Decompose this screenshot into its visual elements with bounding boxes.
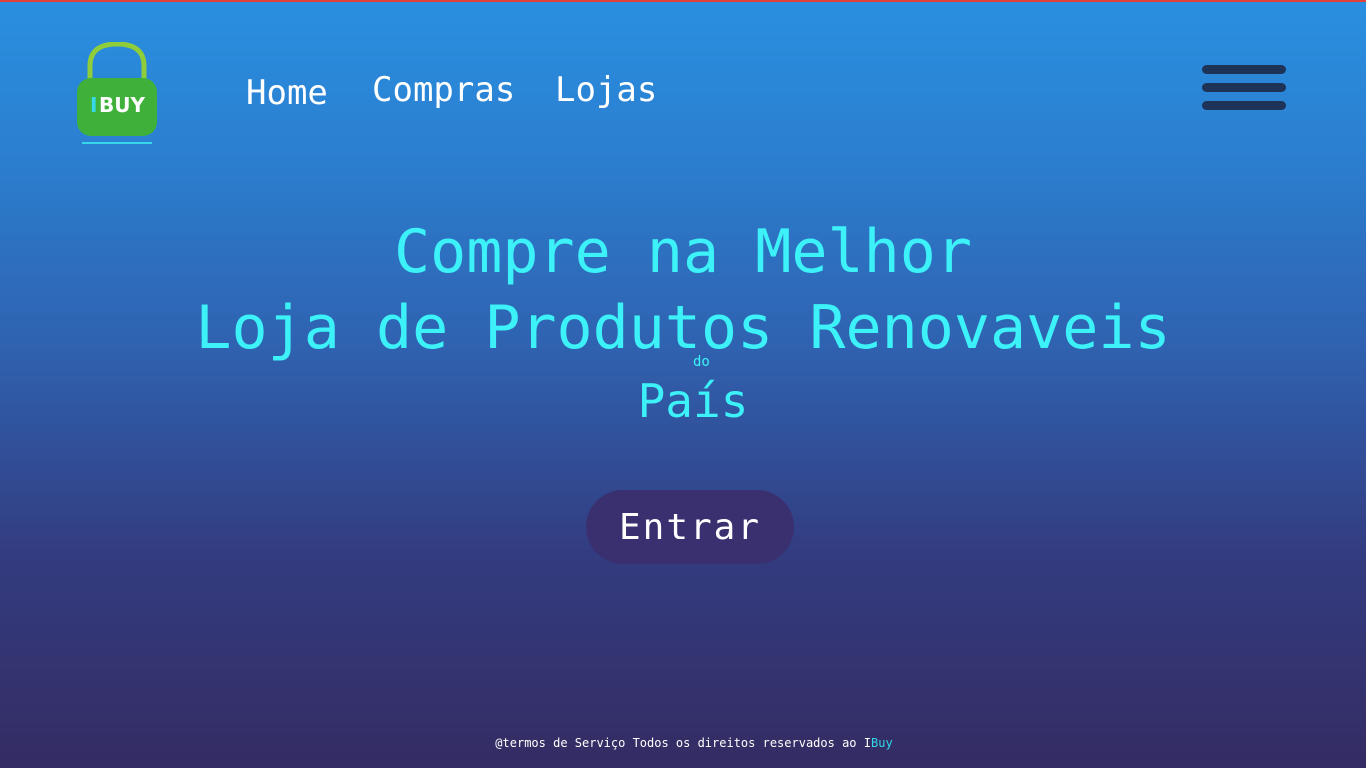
menu-bar <box>1202 101 1286 110</box>
shopping-bag-lock-icon: I BUY <box>77 42 157 144</box>
top-accent-line <box>0 0 1366 2</box>
hero-title-line-1: Compre na Melhor <box>394 217 972 287</box>
nav-link-lojas[interactable]: Lojas <box>555 73 657 107</box>
nav-link-home[interactable]: Home <box>246 76 328 110</box>
footer-brand-i: I <box>863 736 871 750</box>
hero-title-line-3: País <box>637 374 749 428</box>
hero-title-line-2: Loja de Produtos Renovaveis <box>195 293 1171 363</box>
menu-bar <box>1202 83 1286 92</box>
menu-bar <box>1202 65 1286 74</box>
nav-link-compras[interactable]: Compras <box>372 73 515 107</box>
footer-brand-buy: Buy <box>871 736 893 750</box>
hero-small-text: do <box>693 354 710 370</box>
ibuy-logo[interactable]: I BUY <box>76 42 158 148</box>
logo-letter-i: I <box>90 93 97 117</box>
entrar-button[interactable]: Entrar <box>586 490 794 564</box>
footer-text: @termos de Serviço Todos os direitos res… <box>495 736 864 750</box>
hamburger-menu-icon[interactable] <box>1202 64 1288 112</box>
footer: @termos de Serviço Todos os direitos res… <box>0 736 1366 750</box>
logo-letters-buy: BUY <box>99 93 145 117</box>
